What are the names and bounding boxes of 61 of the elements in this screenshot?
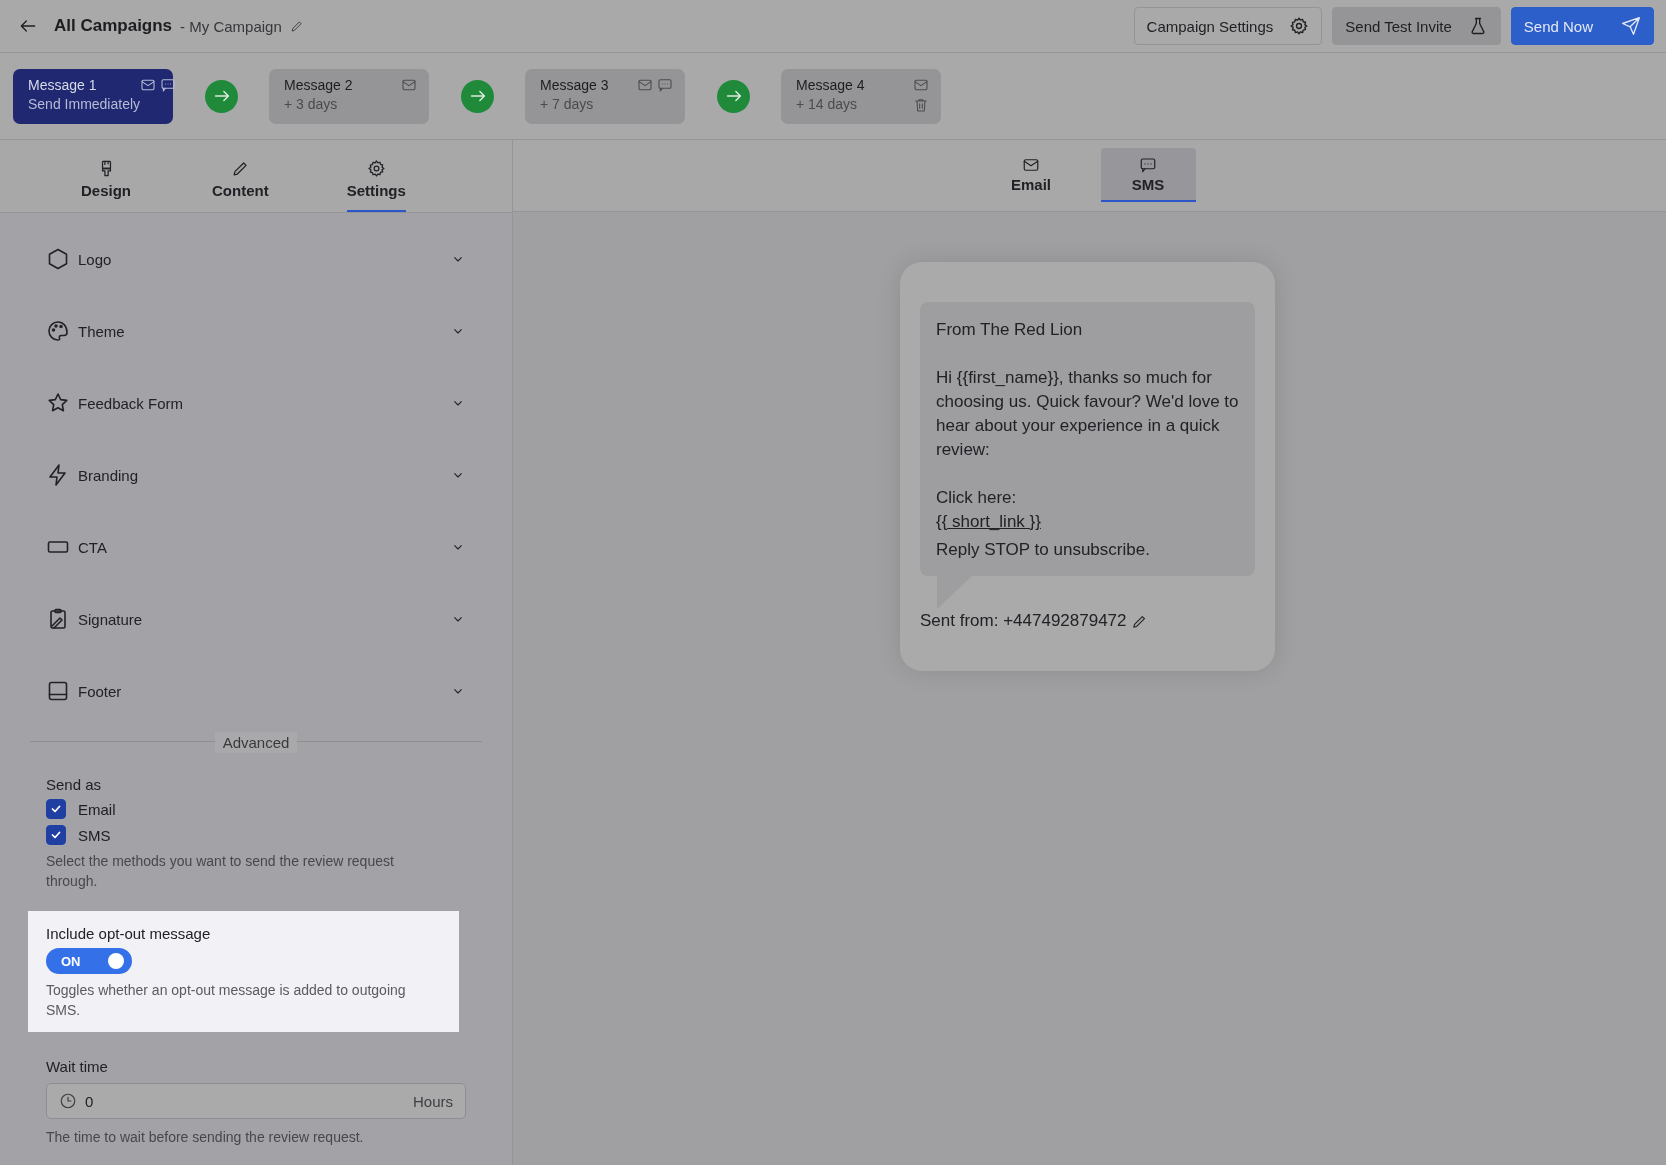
send-now-button[interactable]: Send Now bbox=[1510, 7, 1654, 45]
message-step-card[interactable]: Message 4 + 14 days bbox=[781, 68, 941, 124]
editor-tab[interactable]: Settings bbox=[346, 140, 406, 212]
checkbox[interactable] bbox=[46, 825, 66, 845]
field-label: Wait time bbox=[46, 1058, 109, 1075]
chat-icon bbox=[1139, 155, 1157, 174]
send-test-button[interactable]: Send Test Invite bbox=[1332, 7, 1501, 45]
hexagon-icon bbox=[46, 247, 70, 271]
page-title: All Campaigns bbox=[54, 16, 173, 36]
sender-number: Sent from: +447492879472 bbox=[920, 611, 1127, 631]
help-text: Toggles whether an opt-out message is added to outgoing SMS. bbox=[46, 981, 407, 1020]
step-title: Message 2 bbox=[284, 76, 353, 93]
settings-section-header[interactable]: Signature bbox=[30, 583, 482, 655]
field-label: Send as bbox=[46, 776, 103, 793]
campaign-name: - My Campaign bbox=[180, 17, 282, 35]
checkbox-option[interactable]: Email bbox=[46, 799, 466, 819]
step-delay: + 3 days bbox=[284, 95, 339, 112]
settings-section-header[interactable]: Logo bbox=[30, 223, 482, 295]
preview-tab[interactable]: Email bbox=[983, 148, 1079, 202]
settings-section-header[interactable]: Theme bbox=[30, 295, 482, 367]
message-step-card[interactable]: Message 3 + 7 days bbox=[525, 68, 685, 124]
settings-section-header[interactable]: CTA bbox=[30, 511, 482, 583]
help-text: Select the methods you want to send the review request through. bbox=[46, 852, 395, 891]
preview-tab[interactable]: SMS bbox=[1100, 148, 1196, 202]
settings-section-header[interactable]: Feedback Form bbox=[30, 367, 482, 439]
checkbox-option[interactable]: SMS bbox=[46, 825, 466, 845]
wait-time-input[interactable]: 0 Hours bbox=[46, 1083, 466, 1119]
footer-layout-icon bbox=[46, 679, 70, 703]
editor-tab[interactable]: Design bbox=[78, 140, 134, 212]
field-label: Include opt-out message bbox=[46, 925, 212, 942]
message-link[interactable]: {{ short_link }} bbox=[936, 510, 1041, 534]
checkbox[interactable] bbox=[46, 799, 66, 819]
section-divider-label: Advanced bbox=[214, 731, 298, 753]
help-text: The time to wait before sending the review request. bbox=[46, 1128, 365, 1147]
checkmark-icon bbox=[50, 803, 62, 815]
palette-icon bbox=[46, 319, 70, 343]
editor-tab[interactable]: Content bbox=[212, 140, 269, 212]
trash-icon[interactable] bbox=[913, 96, 929, 113]
message-text: From The Red Lion bbox=[936, 319, 1084, 341]
gear-icon bbox=[1289, 16, 1310, 36]
pencil-icon[interactable] bbox=[289, 19, 304, 33]
settings-section-header[interactable]: Footer bbox=[30, 655, 482, 727]
step-delay: Send Immediately bbox=[28, 95, 141, 112]
settings-section-header[interactable]: Branding bbox=[30, 439, 482, 511]
step-title: Message 4 bbox=[796, 76, 865, 93]
checkmark-icon bbox=[50, 829, 62, 841]
send-icon bbox=[1621, 16, 1641, 36]
message-step-card[interactable]: Message 1 Send Immediately bbox=[13, 68, 173, 124]
step-title: Message 1 bbox=[28, 76, 98, 93]
gear-icon bbox=[366, 159, 386, 178]
clock-icon bbox=[59, 1092, 77, 1110]
step-title: Message 3 bbox=[540, 76, 609, 93]
message-step-card[interactable]: Message 2 + 3 days bbox=[269, 68, 429, 124]
step-delay: + 14 days bbox=[796, 95, 859, 112]
message-text: Click here: bbox=[936, 487, 1018, 509]
campaign-settings-button[interactable]: Campaign Settings bbox=[1133, 7, 1323, 45]
step-delay: + 7 days bbox=[540, 95, 595, 112]
message-text: Reply STOP to unsubscribe. bbox=[936, 539, 1151, 561]
toggle-switch[interactable]: ON bbox=[46, 948, 132, 974]
star-icon bbox=[46, 391, 70, 415]
message-text: Hi {{first_name}}, thanks so much for choosing us. Quick favour? We'd love to hear about your experience in a quick review: bbox=[936, 367, 1239, 461]
